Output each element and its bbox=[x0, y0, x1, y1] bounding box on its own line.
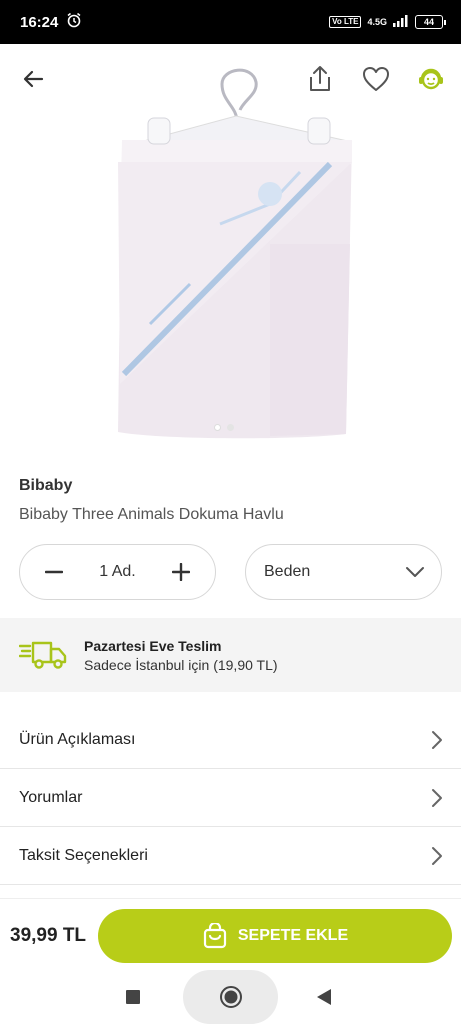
chevron-right-icon bbox=[432, 846, 442, 865]
status-bar: 16:24 Vo LTE 4.5G 44 bbox=[0, 0, 461, 44]
status-time: 16:24 bbox=[20, 13, 59, 31]
system-nav-bar bbox=[0, 970, 461, 1024]
favorite-button[interactable] bbox=[359, 62, 393, 96]
alarm-icon bbox=[66, 12, 82, 32]
support-button[interactable] bbox=[414, 62, 448, 96]
quantity-stepper: 1 Ad. bbox=[19, 544, 216, 600]
size-select[interactable]: Beden bbox=[245, 544, 442, 600]
back-button[interactable] bbox=[16, 62, 50, 96]
increase-quantity-button[interactable] bbox=[169, 560, 193, 584]
section-reviews[interactable]: Yorumlar bbox=[0, 769, 461, 827]
minus-icon bbox=[44, 570, 64, 574]
product-image-carousel[interactable] bbox=[0, 44, 461, 440]
chevron-right-icon bbox=[432, 730, 442, 749]
battery-icon: 44 bbox=[415, 15, 446, 29]
quantity-value: 1 Ad. bbox=[99, 563, 136, 580]
chevron-right-icon bbox=[432, 788, 442, 807]
volte-badge: Vo LTE bbox=[329, 16, 362, 28]
nav-circle-icon[interactable] bbox=[219, 985, 243, 1009]
delivery-subtitle: Sadece İstanbul için (19,90 TL) bbox=[84, 657, 278, 673]
product-image bbox=[118, 68, 353, 439]
heart-icon bbox=[363, 67, 389, 91]
share-icon bbox=[310, 66, 330, 91]
network-label: 4.5G bbox=[367, 17, 387, 27]
nav-back-triangle-icon[interactable] bbox=[316, 988, 332, 1006]
section-label: Taksit Seçenekleri bbox=[19, 846, 148, 864]
size-select-label: Beden bbox=[264, 563, 311, 580]
delivery-info: Pazartesi Eve Teslim Sadece İstanbul içi… bbox=[0, 618, 461, 692]
carousel-indicator bbox=[214, 424, 234, 431]
decrease-quantity-button[interactable] bbox=[42, 560, 66, 584]
delivery-title: Pazartesi Eve Teslim bbox=[84, 638, 222, 654]
product-name: Bibaby Three Animals Dokuma Havlu bbox=[19, 506, 284, 523]
back-arrow-icon bbox=[23, 70, 44, 88]
section-product-description[interactable]: Ürün Açıklaması bbox=[0, 711, 461, 769]
chevron-down-icon bbox=[406, 567, 424, 577]
section-label: Ürün Açıklaması bbox=[19, 730, 136, 748]
support-agent-icon bbox=[419, 68, 443, 90]
plus-icon bbox=[171, 562, 191, 582]
carousel-dot-active bbox=[214, 424, 221, 431]
carousel-dot bbox=[227, 424, 234, 431]
signal-icon bbox=[393, 15, 409, 29]
add-to-cart-label: SEPETE EKLE bbox=[237, 927, 349, 944]
product-brand[interactable]: Bibaby bbox=[19, 477, 72, 495]
share-button[interactable] bbox=[303, 62, 337, 96]
bottom-purchase-bar: 39,99 TL SEPETE EKLE bbox=[0, 898, 461, 970]
nav-square-icon[interactable] bbox=[125, 989, 141, 1005]
cart-bag-icon bbox=[203, 923, 226, 949]
product-price: 39,99 TL bbox=[10, 925, 87, 946]
section-installment-options[interactable]: Taksit Seçenekleri bbox=[0, 827, 461, 885]
add-to-cart-button[interactable]: SEPETE EKLE bbox=[98, 909, 452, 963]
truck-icon bbox=[19, 641, 67, 669]
section-label: Yorumlar bbox=[19, 788, 83, 806]
